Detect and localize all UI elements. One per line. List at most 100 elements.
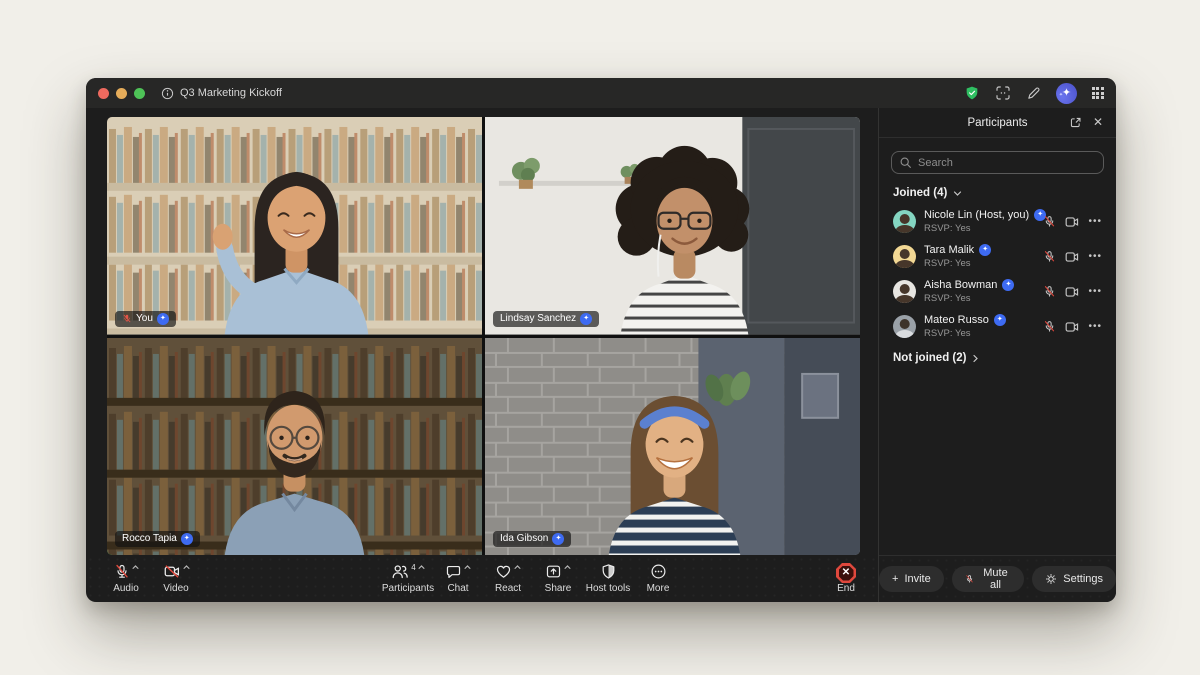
chevron-up-icon[interactable] [183,564,190,570]
workspace-badge-icon: ✦ [994,314,1006,326]
popout-icon[interactable] [1069,116,1082,132]
share-button[interactable]: Share [534,561,582,596]
close-icon[interactable]: ✕ [1093,115,1103,129]
meeting-title: Q3 Marketing Kickoff [180,87,282,99]
participants-count-badge: 4 [411,563,415,572]
titlebar-actions: ✦ ✦ [964,83,1104,104]
annotate-pencil-icon[interactable] [1026,86,1041,101]
video-tile-ida[interactable]: Ida Gibson ✦ [485,338,860,556]
host-tools-label: Host tools [586,583,630,594]
more-button[interactable]: More [634,561,682,596]
mute-all-button[interactable]: Mute all [952,566,1025,592]
traffic-light-zoom[interactable] [134,88,145,99]
apps-grid-icon[interactable] [1092,87,1104,99]
settings-label: Settings [1063,573,1103,585]
workspace-badge-icon: ✦ [181,533,193,545]
chevron-up-icon[interactable] [464,564,471,570]
participant-info: Nicole Lin (Host, you)✦ RSVP: Yes [924,209,1035,234]
video-scene-bookshelf-dark [107,338,482,556]
info-icon[interactable] [161,87,174,100]
mute-all-label: Mute all [980,567,1012,591]
participant-row: Mateo Russo✦ RSVP: Yes ••• [879,309,1116,344]
chat-button[interactable]: Chat [434,561,482,596]
camera-icon[interactable] [1065,251,1079,263]
participants-label: Participants [382,583,434,594]
toolbar-right-group: ✕ End [822,561,870,596]
participant-list: Nicole Lin (Host, you)✦ RSVP: Yes ••• Ta… [879,204,1116,344]
video-scene-white-wall [485,117,860,335]
video-scene-bookshelf-light [107,117,482,335]
share-label: Share [545,583,572,594]
workspace-badge-icon: ✦ [979,244,991,256]
workspace-badge-icon: ✦ [1002,279,1014,291]
workspace-badge-icon: ✦ [552,533,564,545]
participant-row: Tara Malik✦ RSVP: Yes ••• [879,239,1116,274]
titlebar: Q3 Marketing Kickoff ✦ ✦ [86,78,1116,108]
ai-companion-icon[interactable]: ✦ ✦ [1056,83,1077,104]
traffic-light-minimize[interactable] [116,88,127,99]
sparkle-glyph: ✦ [1062,86,1071,99]
participant-controls: ••• [1043,285,1102,298]
chevron-up-icon[interactable] [514,564,521,570]
participants-panel-header: Participants ✕ [879,108,1116,138]
more-options-icon[interactable]: ••• [1088,216,1102,227]
main-area: You ✦ [86,108,878,602]
chevron-down-icon [953,190,962,197]
sparkle-glyph-small: ✦ [1059,92,1063,98]
more-options-icon[interactable]: ••• [1088,286,1102,297]
video-label: Video [163,583,188,594]
joined-section-header[interactable]: Joined (4) [893,187,1102,199]
security-shield-icon[interactable] [964,85,980,101]
participants-button[interactable]: 4 Participants [384,561,432,596]
workspace-badge-icon: ✦ [157,313,169,325]
camera-icon[interactable] [1065,286,1079,298]
camera-icon[interactable] [1065,216,1079,228]
avatar [893,280,916,303]
name-tag: You ✦ [115,311,176,327]
video-tile-you[interactable]: You ✦ [107,117,482,335]
search-input[interactable] [891,151,1104,174]
traffic-light-close[interactable] [98,88,109,99]
participant-row: Aisha Bowman✦ RSVP: Yes ••• [879,274,1116,309]
more-options-icon[interactable]: ••• [1088,251,1102,262]
avatar [893,210,916,233]
avatar [893,245,916,268]
toolbar-center-group: 4 Participants Chat [384,561,682,596]
settings-button[interactable]: Settings [1032,566,1116,592]
invite-button[interactable]: + Invite [879,566,944,592]
muted-mic-icon [114,563,130,580]
window-controls [98,88,145,99]
host-tools-button[interactable]: Host tools [584,561,632,596]
capture-icon[interactable] [995,85,1011,101]
avatar [893,315,916,338]
host-tools-shield-icon [600,563,617,580]
end-meeting-button[interactable]: ✕ End [822,561,870,596]
audio-button[interactable]: Audio [102,561,150,596]
joined-header-label: Joined (4) [893,187,947,199]
muted-mic-icon[interactable] [1043,320,1056,333]
more-options-icon[interactable]: ••• [1088,321,1102,332]
chevron-up-icon[interactable] [132,564,139,570]
chevron-up-icon[interactable] [564,564,571,570]
video-tile-rocco[interactable]: Rocco Tapia ✦ [107,338,482,556]
audio-label: Audio [113,583,139,594]
toolbar-left-group: Audio Video [102,561,200,596]
participants-icon [391,563,409,580]
participant-name-label: Lindsay Sanchez [500,313,576,325]
chevron-up-icon[interactable] [418,564,425,570]
video-off-icon [163,563,181,580]
share-icon [545,563,562,580]
video-button[interactable]: Video [152,561,200,596]
participant-row: Nicole Lin (Host, you)✦ RSVP: Yes ••• [879,204,1116,239]
react-button[interactable]: React [484,561,532,596]
muted-mic-icon[interactable] [1043,215,1056,228]
muted-mic-icon[interactable] [1043,250,1056,263]
not-joined-section-header[interactable]: Not joined (2) [893,352,1102,364]
participant-controls: ••• [1043,250,1102,263]
video-tile-lindsay[interactable]: Lindsay Sanchez ✦ [485,117,860,335]
participant-name: Mateo Russo [924,314,989,326]
muted-mic-icon[interactable] [1043,285,1056,298]
video-grid: You ✦ [107,117,860,555]
meeting-title-area: Q3 Marketing Kickoff [161,87,282,100]
camera-icon[interactable] [1065,321,1079,333]
